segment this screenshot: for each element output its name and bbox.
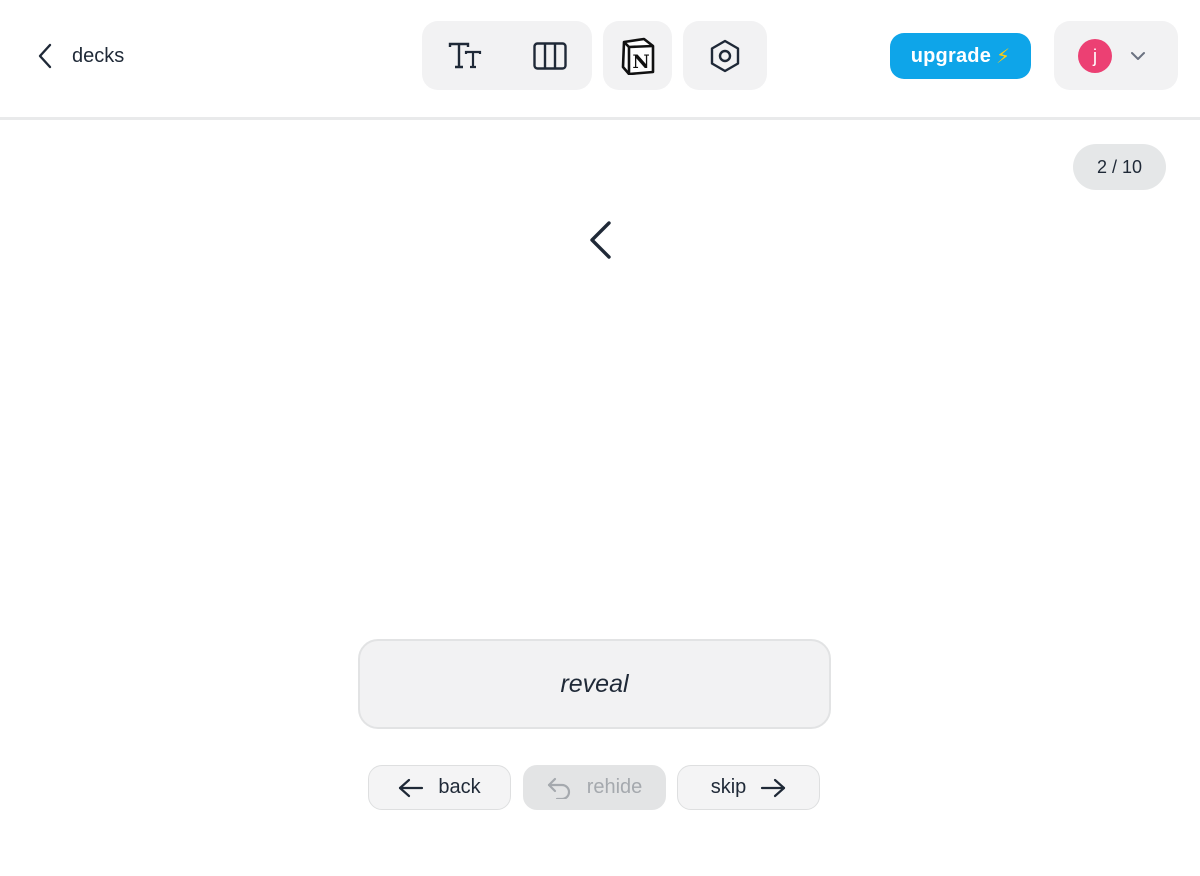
back-to-decks-link[interactable]: decks bbox=[38, 38, 124, 74]
chevron-left-icon bbox=[590, 221, 611, 259]
back-button[interactable]: back bbox=[368, 765, 511, 810]
reveal-button[interactable]: reveal bbox=[358, 639, 831, 729]
upgrade-button[interactable]: upgrade ⚡ bbox=[890, 33, 1031, 79]
avatar: j bbox=[1078, 39, 1112, 73]
arrow-left-icon bbox=[399, 778, 424, 797]
notion-icon: N bbox=[621, 37, 654, 75]
rehide-button[interactable]: rehide bbox=[523, 765, 666, 810]
notion-tool-group: N bbox=[603, 21, 672, 90]
view-tools-group bbox=[422, 21, 592, 90]
account-menu-button[interactable]: j bbox=[1054, 21, 1178, 90]
chevron-left-icon bbox=[38, 43, 52, 69]
notion-button[interactable]: N bbox=[620, 21, 656, 90]
settings-hex-icon bbox=[710, 39, 740, 72]
settings-button[interactable] bbox=[708, 21, 742, 90]
card-counter-badge: 2 / 10 bbox=[1073, 144, 1166, 190]
skip-button-label: skip bbox=[710, 776, 747, 798]
upgrade-label: upgrade bbox=[910, 44, 992, 67]
text-size-icon bbox=[448, 42, 481, 68]
skip-button[interactable]: skip bbox=[677, 765, 820, 810]
columns-button[interactable] bbox=[507, 21, 592, 90]
lightning-icon: ⚡ bbox=[996, 45, 1011, 68]
columns-icon bbox=[532, 41, 567, 70]
back-link-label: decks bbox=[72, 44, 125, 67]
back-button-label: back bbox=[438, 776, 481, 798]
text-size-button[interactable] bbox=[422, 21, 507, 90]
notion-letter: N bbox=[632, 51, 649, 73]
settings-tool-group bbox=[683, 21, 767, 90]
undo-icon bbox=[547, 777, 570, 799]
rehide-button-label: rehide bbox=[586, 776, 643, 798]
card-front bbox=[500, 200, 700, 280]
chevron-down-icon bbox=[1131, 52, 1145, 60]
top-bar: decks N upgrade ⚡ j bbox=[0, 0, 1200, 120]
arrow-right-icon bbox=[761, 778, 786, 797]
